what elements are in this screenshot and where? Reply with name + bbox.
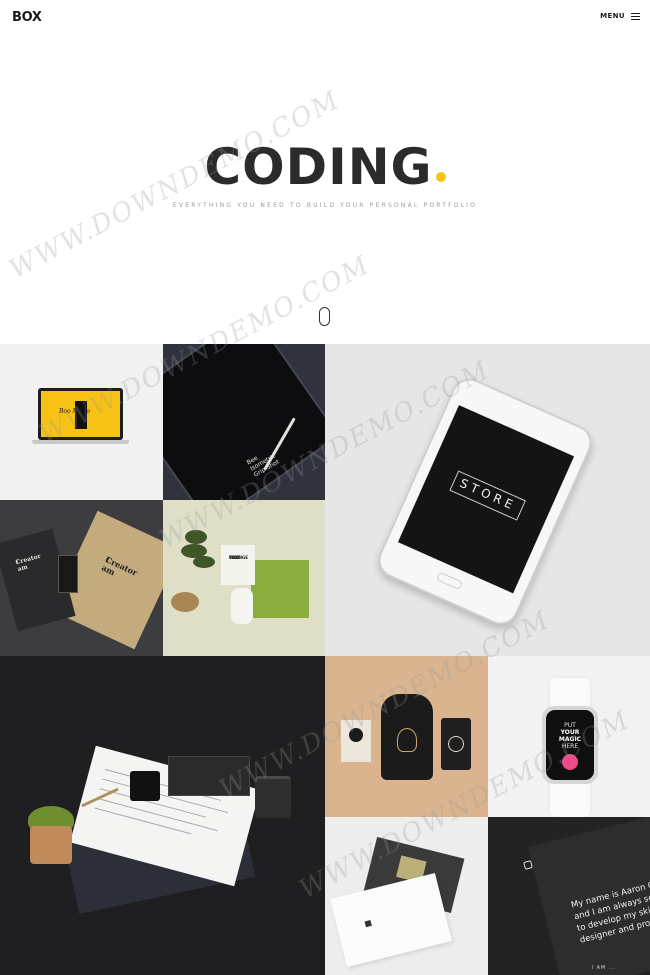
portfolio-item-watch[interactable]: PUT YOUR MAGIC HERE [488, 656, 650, 817]
laptop-image: Boo Muno [38, 388, 123, 440]
cup [255, 776, 291, 818]
accent-dot [435, 172, 446, 182]
hamburger-icon [631, 12, 640, 20]
phone-home-button [435, 571, 464, 591]
plant-pot [30, 826, 72, 864]
stone [171, 592, 199, 612]
portfolio-item-tags[interactable]: I am Creator I am Creator [0, 500, 163, 656]
menu-label: MENU [600, 12, 625, 20]
phone-store-label: STORE [449, 470, 526, 521]
scroll-mouse-icon[interactable] [319, 307, 330, 326]
watch-text: PUT YOUR MAGIC HERE [558, 722, 582, 750]
watch-band-bottom [550, 780, 590, 817]
portfolio-item-about[interactable]: My name is Aaron Covin and I am always s… [488, 817, 650, 975]
tablet-image [163, 344, 325, 500]
laptop-screen-text: Boo Muno [59, 408, 91, 415]
portfolio-item-bag[interactable] [325, 656, 488, 817]
dribbble-icon [562, 754, 578, 770]
bag-tag [441, 718, 471, 770]
watch-image: PUT YOUR MAGIC HERE [542, 706, 598, 784]
site-logo[interactable]: BOX [12, 10, 42, 25]
small-card [341, 720, 371, 762]
stamp [130, 771, 160, 801]
hero-subtitle: EVERYTHING YOU NEED TO BUILD YOUR PERSON… [172, 202, 478, 209]
black-bag [381, 694, 433, 780]
hero-title: CODING [0, 138, 650, 196]
portfolio-item-laptop[interactable]: Boo Muno [0, 344, 163, 500]
bonsai-tree [181, 530, 217, 576]
white-business-card [330, 872, 452, 968]
about-more: I AM ... [592, 965, 616, 971]
logo-icon [523, 860, 533, 870]
phone-image: STORE [345, 361, 624, 643]
box [168, 756, 250, 796]
laptop-base [32, 440, 129, 444]
page: BOX MENU CODING EVERYTHING YOU NEED TO B… [0, 0, 650, 975]
menu-button[interactable]: MENU [600, 12, 640, 20]
hero-title-text: CODING [204, 138, 433, 196]
bottle [231, 588, 253, 624]
portfolio-item-phone[interactable]: STORE [325, 344, 650, 656]
portfolio-item-stationery[interactable]: ORANGE THIS TEXT [163, 500, 325, 656]
portfolio-item-cards[interactable] [325, 817, 488, 975]
portfolio-item-desk[interactable] [0, 656, 325, 975]
note-card: ORANGE THIS TEXT [221, 545, 255, 585]
portfolio-item-tablet[interactable]: Bee Isometric Grip Shot [163, 344, 325, 500]
hang-tag [58, 555, 78, 593]
site-header: BOX MENU [0, 0, 650, 36]
green-card [251, 560, 309, 618]
